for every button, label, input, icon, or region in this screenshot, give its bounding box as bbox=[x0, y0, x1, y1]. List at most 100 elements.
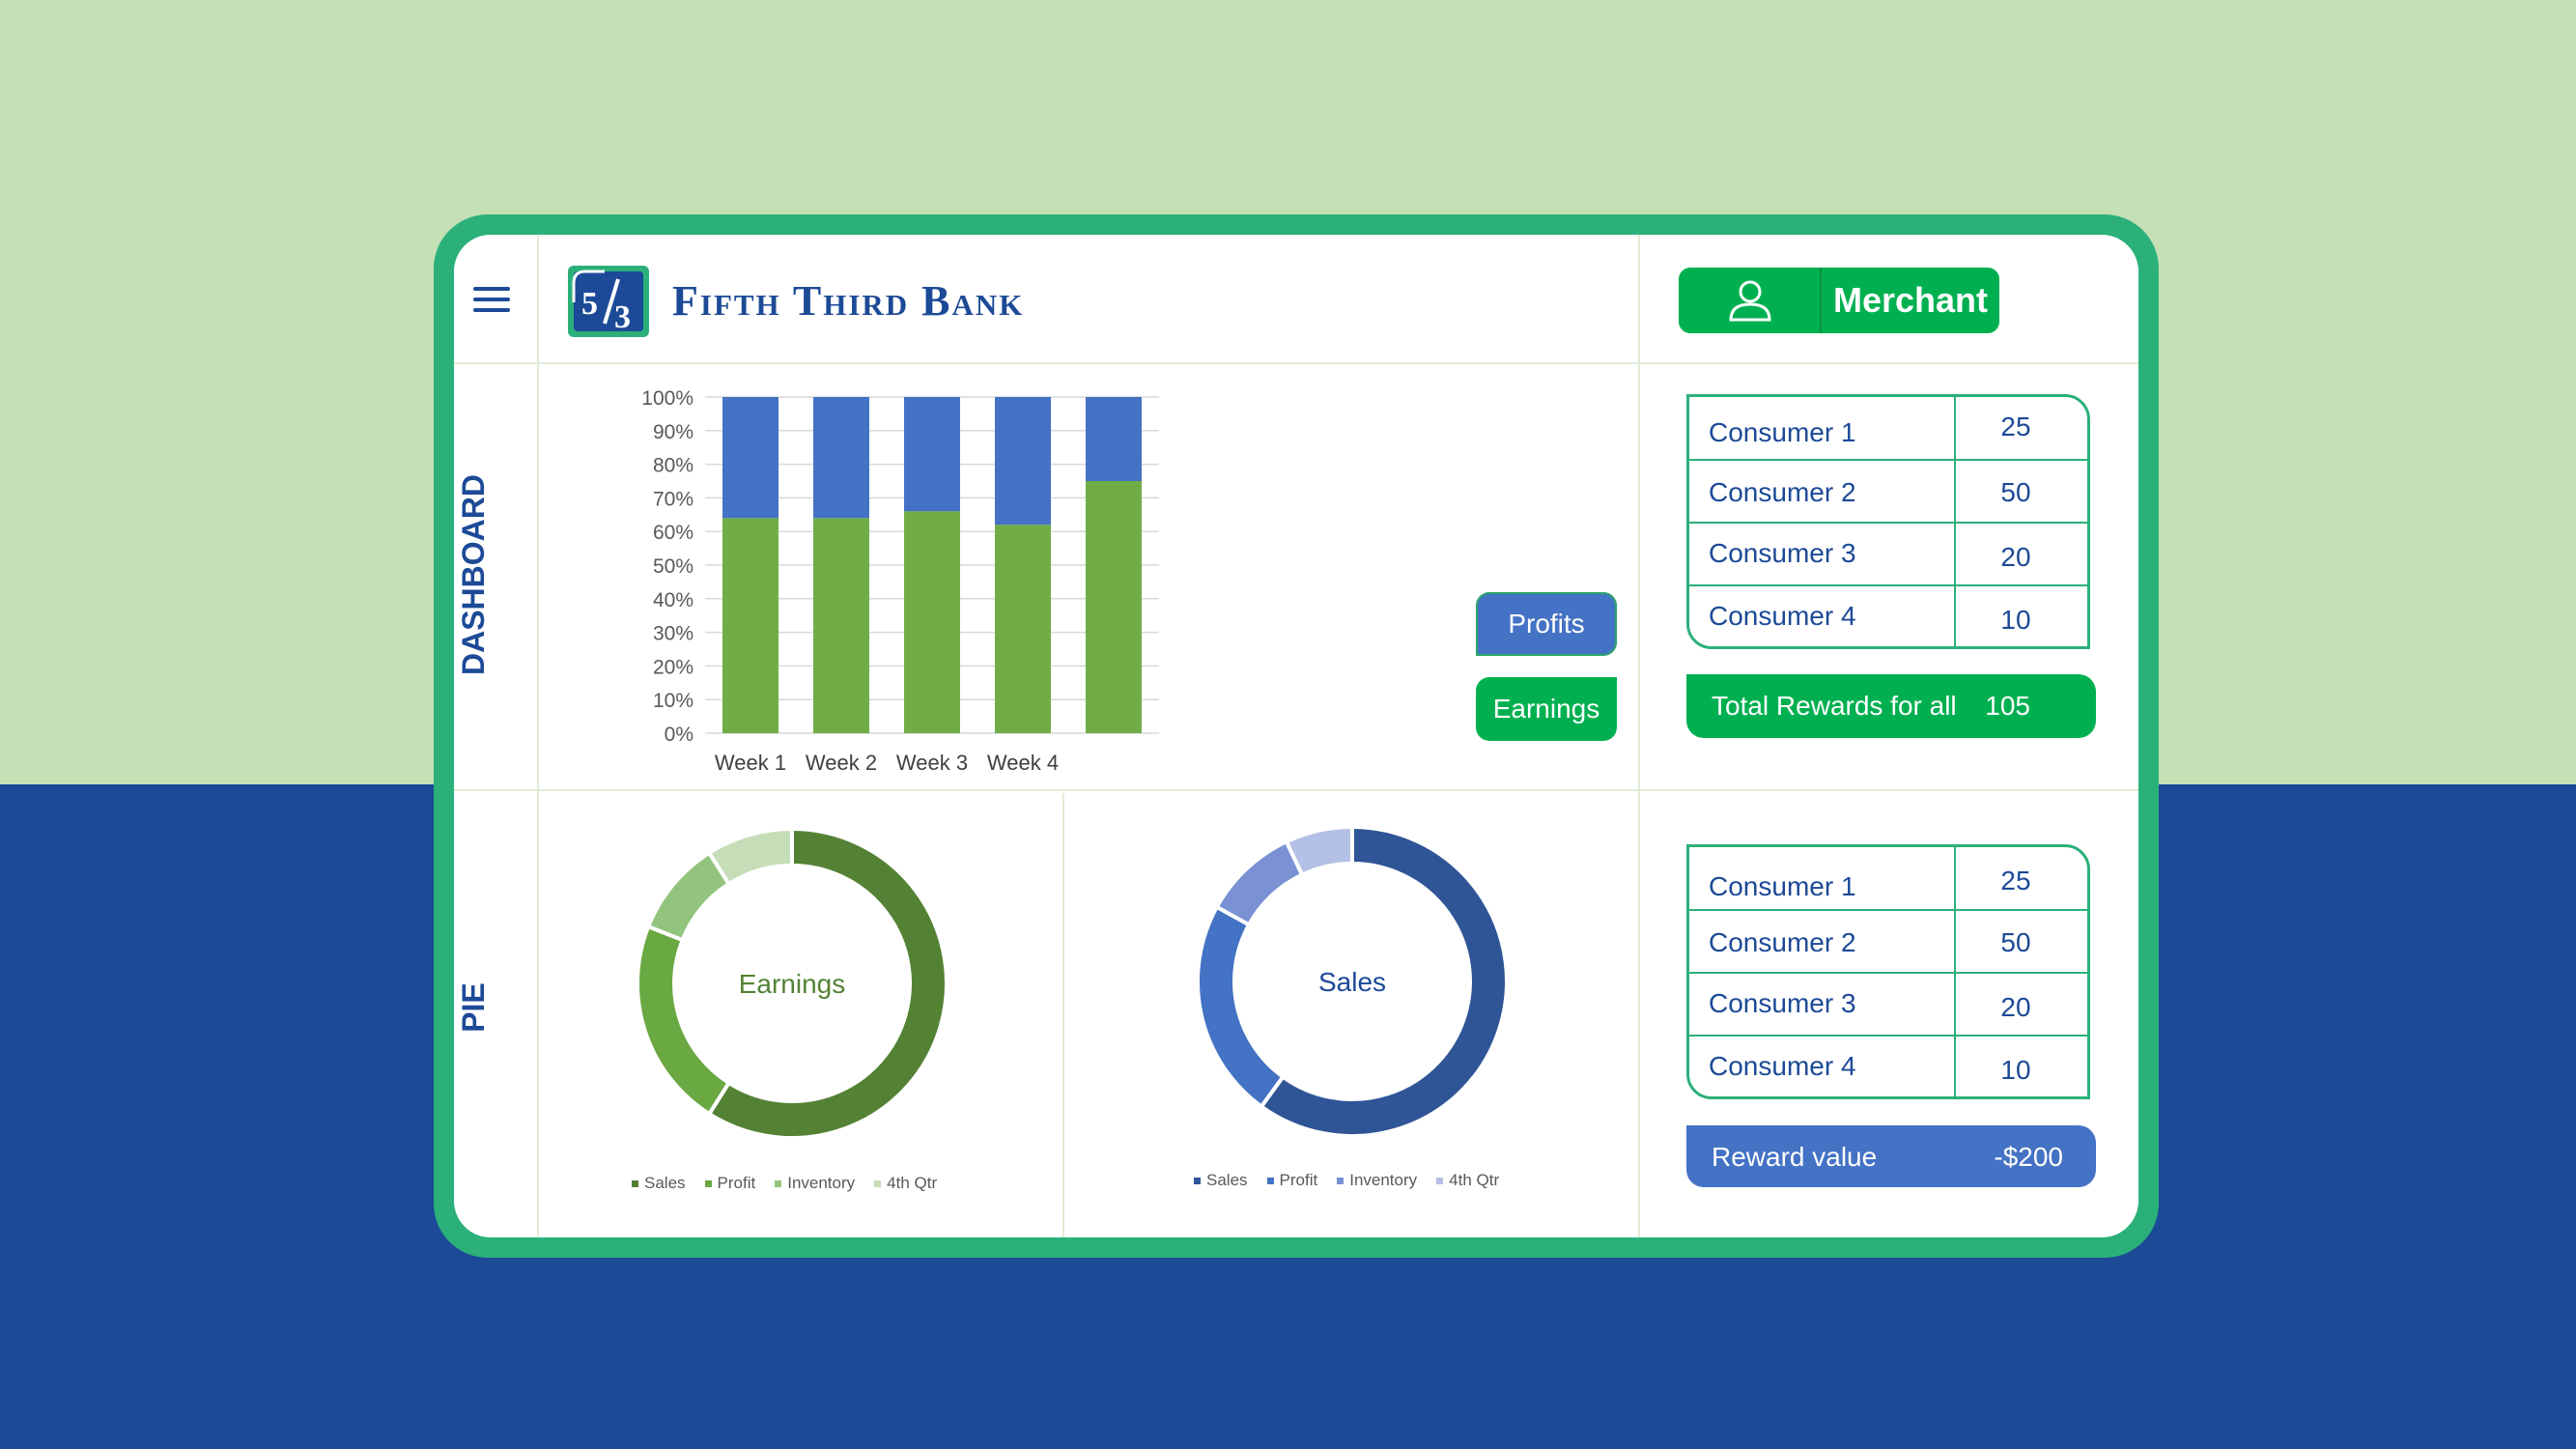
consumer-name: Consumer 2 bbox=[1709, 927, 1856, 957]
bank-logo: 5 3 bbox=[568, 266, 649, 337]
stacked-bar-chart: 0% 10% 20% 30% 40% 50% 60% 70% 80% 90% 100% Week 1 W… bbox=[641, 387, 1159, 775]
donut-slice bbox=[636, 923, 732, 1117]
bar-segment bbox=[904, 511, 960, 733]
y-tick-label: 50% bbox=[653, 555, 694, 578]
bar-segment bbox=[1086, 481, 1142, 733]
profits-button[interactable]: Profits bbox=[1476, 592, 1617, 656]
consumer-name: Consumer 4 bbox=[1709, 1051, 1856, 1081]
total-rewards-label: Total Rewards for all bbox=[1712, 691, 1957, 721]
legend-item: Inventory bbox=[775, 1174, 855, 1193]
hamburger-menu-icon[interactable] bbox=[473, 287, 510, 316]
consumer-name: Consumer 1 bbox=[1709, 417, 1856, 447]
x-tick-label: Week 3 bbox=[896, 751, 968, 775]
consumer-value: 10 bbox=[2000, 1055, 2031, 1085]
legend-label: Sales bbox=[1206, 1171, 1248, 1189]
consumer-name: Consumer 2 bbox=[1709, 477, 1856, 507]
legend-label: 4th Qtr bbox=[887, 1174, 938, 1192]
reward-value-bar: Reward value -$200 bbox=[1686, 1125, 2096, 1187]
legend-item: Profit bbox=[704, 1174, 756, 1193]
x-tick-label: Week 2 bbox=[806, 751, 877, 775]
divider bbox=[537, 235, 539, 1237]
legend-swatch bbox=[1337, 1177, 1345, 1184]
y-tick-label: 70% bbox=[653, 488, 694, 510]
divider bbox=[454, 789, 2138, 791]
donut-slice bbox=[1196, 904, 1287, 1110]
table-row: Consumer 2 50 bbox=[1689, 461, 2087, 525]
dashboard-section-label: DASHBOARD bbox=[456, 474, 491, 675]
legend-item: Profit bbox=[1266, 1171, 1318, 1190]
y-tick-label: 100% bbox=[641, 387, 694, 410]
table-row: Consumer 4 10 bbox=[1689, 584, 2087, 648]
donut-center-label: Earnings bbox=[739, 969, 846, 999]
earnings-legend: Sales Profit Inventory 4th Qtr bbox=[632, 1174, 1076, 1193]
donut-slice bbox=[1214, 838, 1305, 927]
legend-swatch bbox=[1194, 1177, 1201, 1184]
consumer-name: Consumer 4 bbox=[1709, 601, 1856, 631]
y-tick-label: 30% bbox=[653, 623, 694, 645]
merchant-button[interactable]: Merchant bbox=[1679, 268, 1999, 333]
legend-item: Inventory bbox=[1337, 1171, 1417, 1190]
consumer-name: Consumer 3 bbox=[1709, 988, 1856, 1018]
legend-swatch bbox=[1266, 1177, 1274, 1184]
earnings-button-label: Earnings bbox=[1492, 694, 1600, 724]
svg-text:5: 5 bbox=[581, 286, 598, 322]
bar-segment bbox=[1086, 397, 1142, 481]
merchant-label: Merchant bbox=[1832, 280, 1989, 320]
earnings-button[interactable]: Earnings bbox=[1476, 677, 1617, 741]
y-tick-label: 90% bbox=[653, 421, 694, 443]
svg-text:3: 3 bbox=[614, 299, 631, 335]
bar-segment bbox=[813, 397, 869, 519]
y-tick-label: 0% bbox=[665, 724, 694, 746]
y-tick-label: 20% bbox=[653, 656, 694, 678]
divider bbox=[1638, 235, 1640, 1237]
sales-donut-chart: Sales bbox=[1196, 824, 1509, 1138]
table-row: Consumer 2 50 bbox=[1689, 911, 2087, 975]
legend-item: 4th Qtr bbox=[1436, 1171, 1499, 1190]
consumer-name: Consumer 1 bbox=[1709, 871, 1856, 901]
consumer-value: 20 bbox=[2000, 542, 2031, 572]
table-row: Consumer 4 10 bbox=[1689, 1035, 2087, 1098]
legend-swatch bbox=[874, 1179, 882, 1187]
pie-section-label: PIE bbox=[456, 982, 491, 1033]
donut-center-label: Sales bbox=[1318, 967, 1386, 997]
bar-segment bbox=[995, 525, 1051, 733]
table-row: Consumer 1 25 bbox=[1689, 401, 2087, 465]
y-tick-label: 40% bbox=[653, 589, 694, 611]
legend-item: 4th Qtr bbox=[874, 1174, 937, 1193]
legend-label: Profit bbox=[717, 1174, 756, 1192]
y-tick-label: 80% bbox=[653, 455, 694, 477]
legend-item: Sales bbox=[1194, 1171, 1248, 1190]
sales-legend: Sales Profit Inventory 4th Qtr bbox=[1194, 1171, 1638, 1190]
total-rewards-bar: Total Rewards for all 105 bbox=[1686, 674, 2096, 738]
legend-label: Sales bbox=[644, 1174, 686, 1192]
reward-value-table: Consumer 1 25 Consumer 2 50 Consumer 3 2… bbox=[1686, 844, 2090, 1099]
consumer-value: 20 bbox=[2000, 992, 2031, 1022]
y-tick-label: 10% bbox=[653, 690, 694, 712]
user-icon bbox=[1729, 280, 1771, 322]
consumer-value: 50 bbox=[2000, 477, 2031, 507]
consumer-name: Consumer 3 bbox=[1709, 538, 1856, 568]
y-tick-label: 60% bbox=[653, 522, 694, 544]
consumer-value: 25 bbox=[2000, 866, 2031, 895]
reward-value-amount: -$200 bbox=[1994, 1142, 2063, 1172]
legend-swatch bbox=[775, 1179, 782, 1187]
x-tick-label: Week 4 bbox=[987, 751, 1059, 775]
table-row: Consumer 3 20 bbox=[1689, 972, 2087, 1036]
legend-item: Sales bbox=[632, 1174, 686, 1193]
legend-swatch bbox=[1436, 1177, 1444, 1184]
earnings-donut-chart: Earnings bbox=[636, 826, 948, 1140]
table-row: Consumer 1 25 bbox=[1689, 855, 2087, 919]
legend-label: Inventory bbox=[1349, 1171, 1418, 1189]
consumer-value: 10 bbox=[2000, 605, 2031, 635]
legend-label: Profit bbox=[1279, 1171, 1318, 1189]
legend-label: 4th Qtr bbox=[1449, 1171, 1500, 1189]
x-tick-label: Week 1 bbox=[715, 751, 786, 775]
consumer-value: 50 bbox=[2000, 927, 2031, 957]
table-row: Consumer 3 20 bbox=[1689, 522, 2087, 585]
bar-segment bbox=[813, 518, 869, 733]
reward-value-label: Reward value bbox=[1712, 1142, 1878, 1172]
total-rewards-value: 105 bbox=[1985, 691, 2030, 721]
bar-segment bbox=[904, 397, 960, 512]
donut-slice bbox=[706, 826, 794, 887]
consumer-value: 25 bbox=[2000, 412, 2031, 441]
